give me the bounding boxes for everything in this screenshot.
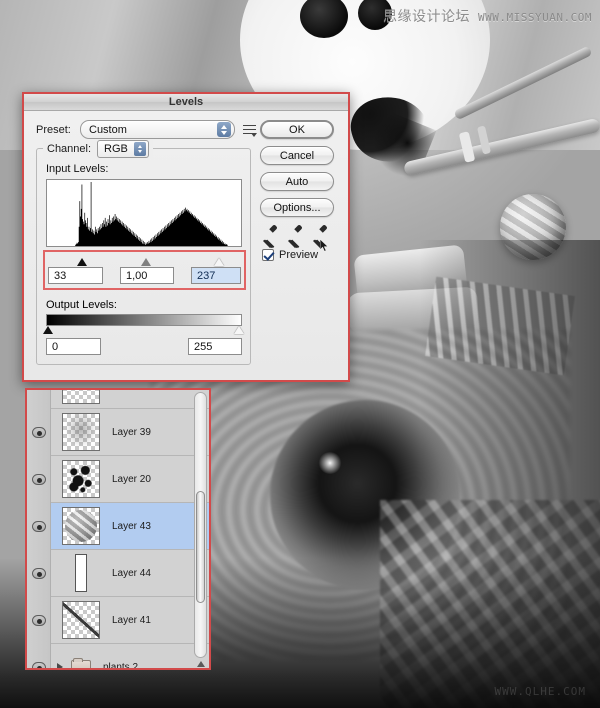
layer-visibility-eye-icon[interactable] — [32, 662, 46, 668]
input-levels-fields: 33 1,00 237 — [48, 267, 241, 284]
eyedropper-row — [263, 225, 338, 241]
preview-row[interactable]: Preview — [262, 249, 338, 261]
input-highlight-field[interactable]: 237 — [191, 267, 241, 284]
output-white-field[interactable]: 255 — [188, 338, 242, 355]
layer-visibility-eye-icon[interactable] — [32, 427, 46, 438]
layer-thumbnail[interactable] — [62, 413, 100, 451]
layer-visibility-eye-icon[interactable] — [32, 615, 46, 626]
input-levels-slider-track[interactable] — [48, 255, 241, 267]
options-button[interactable]: Options... — [260, 198, 334, 217]
levels-dialog-body: Preset: Custom Channel: RGB Input Levels… — [24, 111, 348, 380]
layer-group-folder-icon — [71, 657, 91, 668]
levels-button-column: OK Cancel Auto Options... Preview — [260, 120, 338, 261]
ok-button[interactable]: OK — [260, 120, 334, 139]
preset-stepper-icon[interactable] — [217, 122, 231, 137]
output-levels-slider-track[interactable] — [43, 326, 244, 337]
input-midtone-slider-handle[interactable] — [141, 258, 151, 266]
input-shadow-slider-handle[interactable] — [77, 258, 87, 266]
layer-row[interactable]: Layer 44 — [51, 550, 209, 597]
layer-name: Layer 39 — [112, 426, 151, 438]
cancel-button[interactable]: Cancel — [260, 146, 334, 165]
channel-group: Channel: RGB Input Levels: 33 1,00 237 O… — [36, 140, 251, 365]
layer-row[interactable]: Layer 39 — [51, 409, 209, 456]
watermark-top-url: WWW.MISSYUAN.COM — [478, 11, 592, 24]
layer-rows-container[interactable]: Layer 39 Layer 20 Layer 43 Layer 44 Layer 41… — [51, 390, 209, 668]
levels-dialog-title: Levels — [168, 96, 204, 108]
auto-button[interactable]: Auto — [260, 172, 334, 191]
layer-thumbnail[interactable] — [62, 554, 100, 592]
group-disclosure-triangle-icon[interactable] — [57, 663, 63, 668]
histogram-plot — [75, 181, 228, 246]
layer-row[interactable]: plants 2 — [51, 644, 209, 670]
layer-thumbnail[interactable] — [62, 507, 100, 545]
levels-dialog[interactable]: Levels Preset: Custom Channel: RGB Input… — [22, 92, 350, 382]
channel-dropdown[interactable]: RGB — [97, 140, 150, 158]
layer-name: Layer 44 — [112, 567, 151, 579]
watermark-top: 思缘设计论坛 WWW.MISSYUAN.COM — [383, 6, 592, 26]
layer-row[interactable]: Layer 43 — [51, 503, 209, 550]
output-levels-ramp — [46, 314, 242, 326]
output-black-slider-handle[interactable] — [43, 326, 53, 334]
scroll-down-arrow-icon[interactable] — [197, 661, 205, 667]
levels-dialog-titlebar[interactable]: Levels — [24, 94, 348, 111]
layer-name: Layer 20 — [112, 473, 151, 485]
input-midtone-field[interactable]: 1,00 — [120, 267, 174, 284]
output-levels-fields: 0 255 — [46, 338, 242, 355]
output-levels-label: Output Levels: — [46, 299, 117, 311]
layer-row[interactable] — [51, 390, 209, 409]
input-highlight-slider-handle[interactable] — [214, 258, 224, 266]
preview-label: Preview — [279, 249, 319, 261]
channel-row: Channel: RGB — [43, 140, 154, 158]
layers-scrollbar[interactable] — [194, 392, 207, 658]
layer-visibility-eye-icon[interactable] — [32, 474, 46, 485]
preset-options-menu-icon[interactable] — [243, 124, 257, 137]
layer-name: Layer 43 — [112, 520, 151, 532]
watermark-bottom: WWW.QLHE.COM — [494, 685, 586, 698]
histogram — [46, 179, 242, 247]
layers-panel[interactable]: Layer 39 Layer 20 Layer 43 Layer 44 Layer 41… — [25, 388, 211, 670]
layer-thumbnail[interactable] — [62, 601, 100, 639]
artwork-large-eye-highlight — [318, 452, 342, 474]
layer-visibility-eye-icon[interactable] — [32, 568, 46, 579]
input-shadow-field[interactable]: 33 — [48, 267, 103, 284]
watermark-top-chinese: 思缘设计论坛 — [383, 9, 471, 25]
channel-value: RGB — [104, 143, 128, 155]
layer-thumbnail[interactable] — [62, 460, 100, 498]
layer-row[interactable]: Layer 20 — [51, 456, 209, 503]
layer-visibility-eye-icon[interactable] — [32, 521, 46, 532]
layer-thumbnail[interactable] — [62, 390, 100, 404]
set-white-point-eyedropper-icon[interactable] — [313, 225, 327, 241]
output-white-slider-handle[interactable] — [234, 326, 244, 334]
layer-name: plants 2 — [103, 661, 139, 670]
channel-stepper-icon[interactable] — [134, 142, 147, 156]
input-levels-controls[interactable]: 33 1,00 237 — [43, 250, 246, 290]
layer-visibility-column — [27, 390, 51, 668]
set-black-point-eyedropper-icon[interactable] — [263, 225, 277, 241]
preset-value: Custom — [89, 123, 127, 136]
set-gray-point-eyedropper-icon[interactable] — [288, 225, 302, 241]
channel-label: Channel: — [47, 143, 92, 155]
input-levels-label: Input Levels: — [46, 163, 109, 175]
preset-label: Preset: — [36, 123, 71, 136]
output-black-field[interactable]: 0 — [46, 338, 101, 355]
layers-scrollbar-thumb[interactable] — [196, 491, 205, 603]
preset-dropdown[interactable]: Custom — [80, 120, 235, 139]
layer-row[interactable]: Layer 41 — [51, 597, 209, 644]
preview-checkbox[interactable] — [262, 249, 274, 261]
layer-name: Layer 41 — [112, 614, 151, 626]
